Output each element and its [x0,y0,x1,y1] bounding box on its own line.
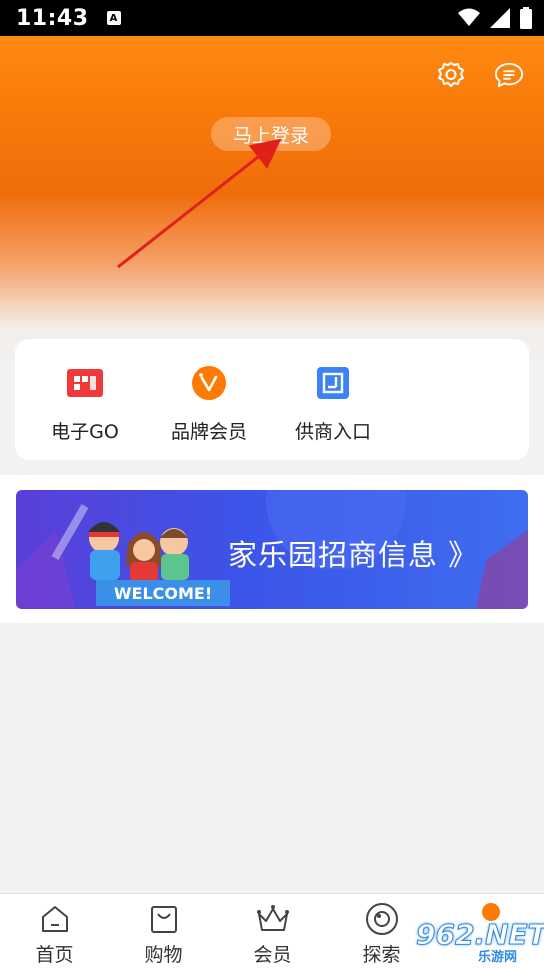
signal-icon [490,8,510,32]
quick-entry-label: 供商入口 [294,421,371,443]
investment-banner[interactable]: WELCOME! 家乐园招商信息 》 [16,490,528,609]
quick-entry-card: 电子GO 品牌会员 供商入口 [15,339,529,460]
compass-icon [365,902,399,936]
supplier-entry-icon [315,365,351,401]
header-actions [436,60,524,90]
nav-label: 购物 [144,944,183,966]
nav-label: 会员 [253,944,292,966]
welcome-sign: WELCOME! [96,580,230,606]
nav-shopping[interactable]: 购物 [109,894,218,968]
banner-title: 家乐园招商信息 》 [228,538,479,572]
home-icon [38,902,72,936]
crown-icon [256,902,290,936]
vip-v-icon [191,365,227,401]
nav-label: 探索 [362,944,401,966]
nav-home[interactable]: 首页 [0,894,109,968]
status-icons [458,7,532,33]
nav-label: 首页 [35,944,74,966]
nav-member[interactable]: 会员 [218,894,327,968]
settings-icon[interactable] [436,60,466,90]
quick-entry-electronic-go[interactable]: 电子GO [23,339,147,460]
status-bar: 11:43 A [0,0,544,36]
quick-entry-supplier[interactable]: 供商入口 [271,339,395,460]
quick-entry-label: 品牌会员 [170,421,247,443]
quick-entry-label: 电子GO [51,421,119,443]
login-button[interactable]: 马上登录 [211,117,331,151]
status-time: 11:43 [16,5,89,31]
banner-section: WELCOME! 家乐园招商信息 》 [0,475,544,623]
message-icon[interactable] [494,60,524,90]
quick-entry-brand-member[interactable]: 品牌会员 [147,339,271,460]
battery-icon [520,7,532,33]
shopping-bag-icon [147,902,181,936]
watermark-subtext: 乐游网 [478,950,518,965]
wifi-icon [458,8,480,32]
watermark: 962.NET 乐游网 [408,903,544,968]
qr-card-icon [67,365,103,401]
notification-icon: A [106,11,121,25]
